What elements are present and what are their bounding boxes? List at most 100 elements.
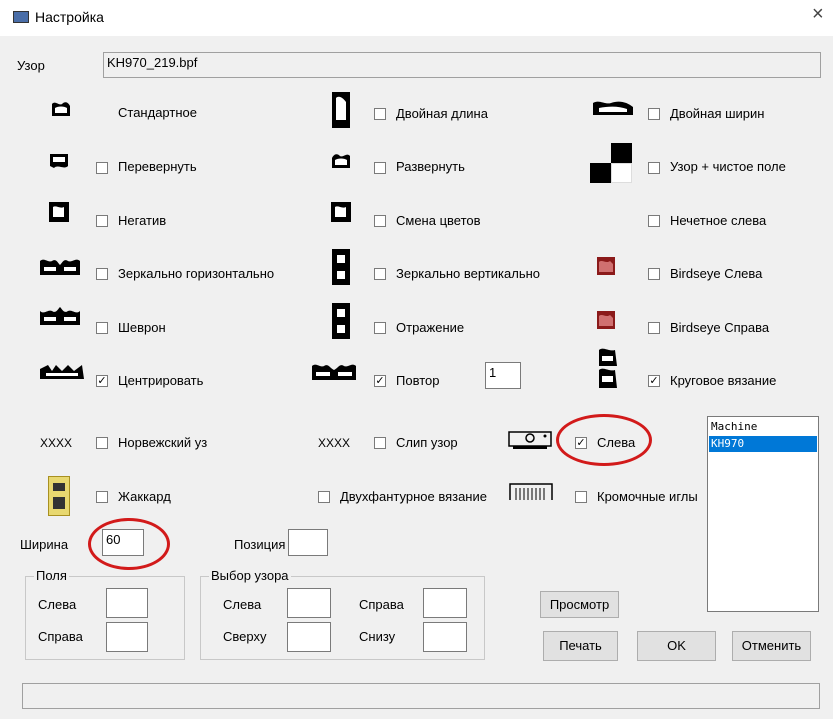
option-double-length-label: Двойная длина <box>396 106 488 121</box>
selection-right-label: Справа <box>359 597 404 612</box>
close-icon[interactable]: × <box>812 4 824 24</box>
option-standard-label: Стандартное <box>118 105 197 120</box>
double-length-checkbox[interactable] <box>374 108 386 120</box>
duck-icon <box>52 102 70 116</box>
position-input[interactable] <box>288 529 328 556</box>
option-flip-label: Перевернуть <box>118 159 197 174</box>
selection-right-input[interactable] <box>423 588 467 618</box>
slip-checkbox[interactable] <box>374 437 386 449</box>
option-birdseye-left-label: Birdseye Слева <box>670 266 763 281</box>
option-jacquard-label: Жаккард <box>118 489 171 504</box>
repeat-icon <box>312 364 356 380</box>
birdseye-left-checkbox[interactable] <box>648 268 660 280</box>
preview-button[interactable]: Просмотр <box>540 591 619 618</box>
option-odd-left-label: Нечетное слева <box>670 213 767 228</box>
option-negative-label: Негатив <box>118 213 167 228</box>
margins-right-input[interactable] <box>106 622 148 652</box>
center-checkbox[interactable]: ✓ <box>96 375 108 387</box>
reflection-icon <box>332 303 350 339</box>
option-double-bed-label: Двухфантурное вязание <box>340 489 487 504</box>
option-birdseye-right-label: Birdseye Справа <box>670 320 770 335</box>
option-slip-label: Слип узор <box>396 435 458 450</box>
machine-carriage-icon <box>508 431 552 449</box>
rotate-checkbox[interactable] <box>374 162 386 174</box>
chevron-icon <box>40 307 80 325</box>
center-icon <box>40 365 84 379</box>
odd-left-checkbox[interactable] <box>648 215 660 227</box>
double-bed-checkbox[interactable] <box>318 491 330 503</box>
color-change-icon <box>331 202 351 222</box>
selection-bottom-label: Снизу <box>359 629 396 644</box>
norwegian-xxxx-icon: XXXX <box>40 436 73 450</box>
repeat-count-input[interactable]: 1 <box>485 362 521 389</box>
norwegian-checkbox[interactable] <box>96 437 108 449</box>
option-double-width-label: Двойная ширин <box>670 106 765 121</box>
repeat-checkbox[interactable]: ✓ <box>374 375 386 387</box>
left-carriage-checkbox[interactable]: ✓ <box>575 437 587 449</box>
mirror-horizontal-checkbox[interactable] <box>96 268 108 280</box>
option-chevron-label: Шеврон <box>118 320 166 335</box>
option-pattern-blank-label: Узор + чистое поле <box>670 159 786 174</box>
option-color-change-label: Смена цветов <box>396 213 481 228</box>
circular-checkbox[interactable]: ✓ <box>648 375 660 387</box>
chevron-checkbox[interactable] <box>96 322 108 334</box>
margins-group: Поля Слева Справа <box>25 568 185 660</box>
machine-list-item-kh970[interactable]: KH970 <box>709 436 817 452</box>
double-length-icon <box>332 92 350 128</box>
option-mirror-h-label: Зеркально горизонтально <box>118 266 275 281</box>
margins-left-label: Слева <box>38 597 77 612</box>
position-label: Позиция <box>234 537 286 552</box>
circular-icon <box>599 348 617 388</box>
selection-left-input[interactable] <box>287 588 331 618</box>
machine-listbox[interactable]: Machine KH970 <box>707 416 819 612</box>
margins-left-input[interactable] <box>106 588 148 618</box>
selection-top-input[interactable] <box>287 622 331 652</box>
jacquard-checkbox[interactable] <box>96 491 108 503</box>
double-width-icon <box>593 101 633 115</box>
print-button[interactable]: Печать <box>543 631 618 661</box>
option-repeat-label: Повтор <box>396 373 440 388</box>
slip-xxxx-icon: XXXX <box>318 436 351 450</box>
mirror-vertical-checkbox[interactable] <box>374 268 386 280</box>
option-rotate-label: Развернуть <box>396 159 465 174</box>
window-title: Настройка <box>35 9 104 25</box>
pattern-filename-field[interactable]: KH970_219.bpf <box>103 52 821 78</box>
edge-needles-checkbox[interactable] <box>575 491 587 503</box>
selection-top-label: Сверху <box>223 629 267 644</box>
machine-list-header: Machine <box>711 420 758 433</box>
option-center-label: Центрировать <box>118 373 204 388</box>
flip-icon <box>50 154 68 168</box>
option-left-label: Слева <box>597 435 636 450</box>
option-edge-needles-label: Кромочные иглы <box>597 489 698 504</box>
ribber-icon <box>509 483 553 500</box>
flip-checkbox[interactable] <box>96 162 108 174</box>
ok-button[interactable]: OK <box>637 631 716 661</box>
option-norwegian-label: Норвежский уз <box>118 435 208 450</box>
width-label: Ширина <box>20 537 69 552</box>
jacquard-icon <box>48 476 70 516</box>
color-change-checkbox[interactable] <box>374 215 386 227</box>
selection-left-label: Слева <box>223 597 262 612</box>
status-bar <box>22 683 820 709</box>
option-reflection-label: Отражение <box>396 320 465 335</box>
birdseye-left-icon <box>597 257 615 275</box>
option-circular-label: Круговое вязание <box>670 373 777 388</box>
double-width-checkbox[interactable] <box>648 108 660 120</box>
cancel-button[interactable]: Отменить <box>732 631 811 661</box>
pattern-blank-checkbox[interactable] <box>648 162 660 174</box>
rotate-icon <box>332 154 350 168</box>
mirror-vertical-icon <box>332 249 350 285</box>
negative-icon <box>49 202 69 222</box>
pattern-label: Узор <box>17 58 45 73</box>
negative-checkbox[interactable] <box>96 215 108 227</box>
selection-bottom-input[interactable] <box>423 622 467 652</box>
margins-right-label: Справа <box>38 629 83 644</box>
title-bar: Настройка × <box>0 0 833 36</box>
pattern-selection-group: Выбор узора Слева Справа Сверху Снизу <box>200 568 485 660</box>
pattern-blank-icon <box>590 143 632 183</box>
birdseye-right-checkbox[interactable] <box>648 322 660 334</box>
option-mirror-v-label: Зеркально вертикально <box>396 266 541 281</box>
width-input[interactable]: 60 <box>102 529 144 556</box>
reflection-checkbox[interactable] <box>374 322 386 334</box>
pattern-selection-title: Выбор узора <box>209 568 291 584</box>
